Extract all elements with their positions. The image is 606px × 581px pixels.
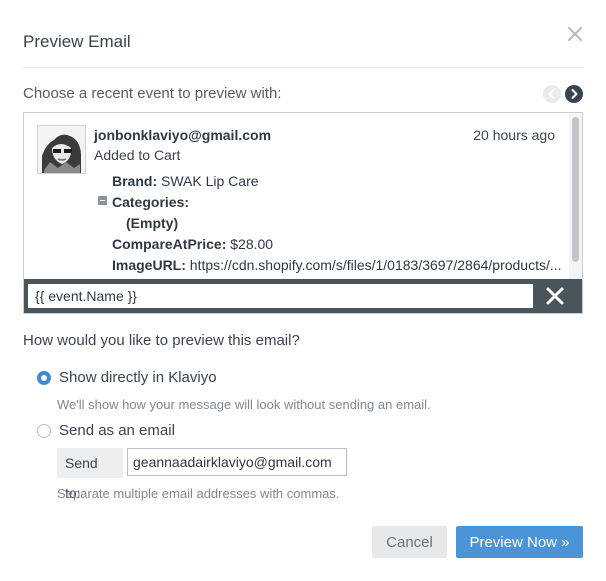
event-details: jonbonklaviyo@gmail.com Added to Cart 20… bbox=[24, 113, 569, 279]
event-filter-input[interactable] bbox=[28, 284, 533, 308]
close-icon bbox=[546, 287, 564, 305]
property-key: ImageURL: bbox=[112, 257, 186, 273]
modal-title: Preview Email bbox=[23, 32, 131, 51]
clear-filter-button[interactable] bbox=[544, 285, 566, 307]
cancel-button[interactable]: Cancel bbox=[372, 526, 447, 558]
preview-email-modal: Preview Email Choose a recent event to p… bbox=[0, 0, 606, 581]
property-key: Brand: bbox=[112, 173, 158, 189]
property-key: (Empty) bbox=[126, 215, 179, 231]
preview-method-question: How would you like to preview this email… bbox=[23, 332, 300, 349]
send-to-email-field[interactable] bbox=[127, 448, 347, 476]
event-timestamp: 20 hours ago bbox=[473, 127, 555, 143]
scrollbar-thumb[interactable] bbox=[572, 117, 579, 262]
property-image-url: ImageURL: https://cdn.shopify.com/s/file… bbox=[112, 257, 562, 273]
radio-send-as-email[interactable]: Send as an email bbox=[37, 422, 175, 439]
radio-button-checked[interactable] bbox=[37, 370, 51, 385]
close-icon[interactable] bbox=[565, 24, 585, 44]
property-key: CompareAtPrice: bbox=[112, 236, 227, 252]
property-brand: Brand: SWAK Lip Care bbox=[112, 173, 259, 189]
property-value: https://cdn.shopify.com/s/files/1/0183/3… bbox=[185, 257, 562, 273]
event-scrollbar[interactable] bbox=[569, 113, 582, 279]
property-compare-at-price: CompareAtPrice: $28.00 bbox=[112, 236, 273, 252]
radio-label: Send as an email bbox=[59, 422, 175, 439]
radio-button[interactable] bbox=[37, 423, 51, 438]
send-to-label: Send to: bbox=[57, 448, 123, 501]
event-type: Added to Cart bbox=[94, 147, 181, 163]
send-to-help: Separate multiple email addresses with c… bbox=[57, 486, 340, 501]
property-categories: Categories: bbox=[112, 194, 189, 210]
choose-event-label: Choose a recent event to preview with: bbox=[23, 85, 282, 102]
next-event-button[interactable] bbox=[565, 85, 583, 103]
radio-label: Show directly in Klaviyo bbox=[59, 369, 217, 386]
klaviyo-option-help: We'll show how your message will look wi… bbox=[57, 397, 431, 412]
chevron-right-icon bbox=[571, 89, 578, 99]
preview-now-button[interactable]: Preview Now » bbox=[456, 526, 583, 558]
radio-show-in-klaviyo[interactable]: Show directly in Klaviyo bbox=[37, 369, 217, 386]
event-preview-panel: jonbonklaviyo@gmail.com Added to Cart 20… bbox=[23, 112, 583, 314]
property-key: Categories: bbox=[112, 194, 190, 210]
chevron-left-icon bbox=[548, 89, 555, 99]
send-to-group: Send to: bbox=[57, 448, 347, 501]
property-value: SWAK Lip Care bbox=[157, 173, 259, 189]
property-value: $28.00 bbox=[226, 236, 274, 252]
event-filter-bar bbox=[24, 279, 582, 313]
header-divider bbox=[23, 67, 583, 68]
avatar bbox=[37, 125, 86, 174]
previous-event-button[interactable] bbox=[543, 85, 561, 103]
event-sender: jonbonklaviyo@gmail.com bbox=[94, 127, 272, 143]
collapse-icon[interactable] bbox=[98, 196, 107, 205]
property-categories-empty: (Empty) bbox=[126, 215, 178, 231]
